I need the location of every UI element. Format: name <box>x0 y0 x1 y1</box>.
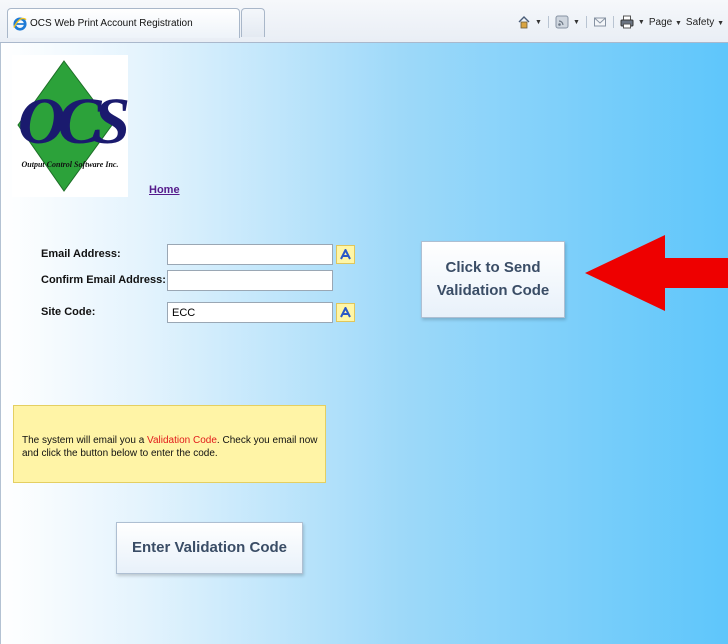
home-icon[interactable] <box>517 15 531 29</box>
red-arrow-pointer <box>585 235 728 311</box>
command-separator <box>585 16 587 28</box>
home-link[interactable]: Home <box>149 184 180 196</box>
logo-letters: OCS <box>18 85 128 158</box>
send-validation-code-button[interactable]: Click to Send Validation Code <box>421 241 565 318</box>
home-dropdown-arrow[interactable]: ▼ <box>535 19 542 26</box>
browser-chrome: OCS Web Print Account Registration ▼ ▼ ▼… <box>0 0 728 43</box>
site-code-field[interactable] <box>167 302 333 323</box>
email-label: Email Address: <box>41 248 121 260</box>
email-field[interactable] <box>167 244 333 265</box>
page-menu[interactable]: Page ▼ <box>649 17 682 28</box>
logo-company-name: Output Control Software Inc. <box>22 160 119 169</box>
email-lookup-button[interactable] <box>336 245 355 264</box>
print-icon[interactable] <box>620 15 634 29</box>
notice-highlight: Validation Code <box>147 435 217 446</box>
send-button-line1: Click to Send <box>445 259 541 276</box>
safety-menu[interactable]: Safety ▼ <box>686 17 724 28</box>
print-dropdown-arrow[interactable]: ▼ <box>638 19 645 26</box>
feeds-dropdown-arrow[interactable]: ▼ <box>573 19 580 26</box>
command-separator <box>547 16 549 28</box>
enter-validation-code-button[interactable]: Enter Validation Code <box>116 522 303 574</box>
notice-text-1: The system will email you a <box>22 435 148 446</box>
mail-icon[interactable] <box>593 15 607 29</box>
page-content: OCS Output Control Software Inc. Home Em… <box>0 43 728 644</box>
new-tab-button[interactable] <box>241 8 265 37</box>
page-menu-label: Page <box>648 16 673 28</box>
site-code-lookup-button[interactable] <box>336 303 355 322</box>
confirm-email-field[interactable] <box>167 270 333 291</box>
lookup-a-icon <box>340 249 351 260</box>
tab-title: OCS Web Print Account Registration <box>30 18 193 29</box>
ocs-logo-graphic: OCS Output Control Software Inc. <box>17 60 135 192</box>
lookup-a-icon <box>340 307 351 318</box>
feeds-icon[interactable] <box>555 15 569 29</box>
command-bar: ▼ ▼ ▼ Page ▼ Safety ▼ <box>517 14 724 30</box>
site-code-label: Site Code: <box>41 306 96 318</box>
validation-notice: The system will email you a Validation C… <box>13 405 326 483</box>
browser-tab-active[interactable]: OCS Web Print Account Registration <box>7 8 240 38</box>
confirm-email-label: Confirm Email Address: <box>41 274 166 286</box>
command-separator <box>612 16 614 28</box>
ocs-logo: OCS Output Control Software Inc. <box>12 55 135 197</box>
ie-logo-icon <box>13 17 27 31</box>
send-button-line2: Validation Code <box>436 282 550 299</box>
safety-menu-label: Safety <box>685 16 715 28</box>
